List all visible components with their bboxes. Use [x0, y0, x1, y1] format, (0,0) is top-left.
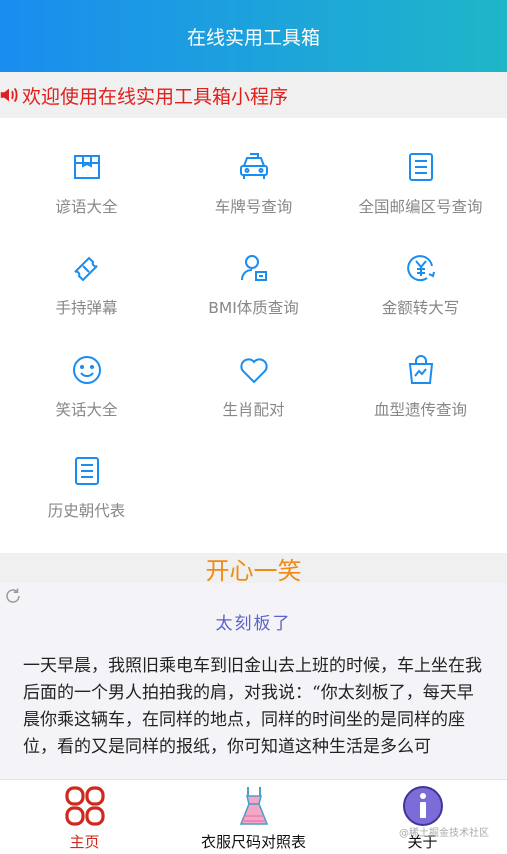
user-id-icon [240, 255, 267, 281]
document-icon [74, 457, 99, 485]
smile-icon [72, 356, 101, 384]
bag-icon [408, 355, 433, 384]
tool-label: 金额转大写 [381, 299, 460, 317]
heart-icon [239, 358, 268, 384]
tool-label: 谚语大全 [55, 198, 118, 216]
notice-text: 欢迎使用在线实用工具箱小程序 [22, 85, 289, 108]
speaker-icon [0, 87, 18, 103]
app-header: 在线实用工具箱 [0, 0, 507, 72]
tool-danmaku[interactable]: 手持弹幕 [2, 219, 171, 319]
tool-label: 车牌号查询 [214, 198, 293, 216]
tool-label: 笑话大全 [55, 401, 118, 419]
box-icon [73, 155, 100, 179]
tool-postcode[interactable]: 全国邮编区号查询 [336, 118, 505, 218]
tool-amount-convert[interactable]: 金额转大写 [336, 219, 505, 319]
tool-dynasties[interactable]: 历史朝代表 [2, 422, 171, 522]
joke-section-title: 开心一笑 [205, 556, 302, 585]
page-title: 在线实用工具箱 [186, 26, 320, 49]
bottom-tabbar: 主页 衣服尺码对照表 关于 [0, 779, 507, 854]
tab-clothing-size[interactable]: 衣服尺码对照表 [169, 780, 338, 854]
tool-bmi[interactable]: BMI体质查询 [169, 219, 338, 319]
tool-label: BMI体质查询 [208, 299, 299, 317]
tool-grid: 谚语大全 车牌号查询 全国邮编区号查询 手持弹幕 BMI体质查询 金额转大写 笑… [0, 118, 507, 553]
tool-label: 生肖配对 [222, 401, 285, 419]
document-icon [408, 153, 433, 181]
notice-bar: 欢迎使用在线实用工具箱小程序 [0, 72, 507, 118]
tab-label: 主页 [69, 833, 100, 851]
watermark: @稀土掘金技术社区 [399, 828, 489, 839]
car-icon [239, 153, 268, 179]
tool-label: 历史朝代表 [47, 502, 126, 520]
dress-icon [239, 787, 268, 825]
tab-label: 衣服尺码对照表 [200, 833, 306, 851]
yen-icon [406, 255, 435, 282]
tool-zodiac-match[interactable]: 生肖配对 [169, 321, 338, 421]
tool-plate-query[interactable]: 车牌号查询 [169, 118, 338, 218]
info-icon [402, 786, 443, 826]
tool-label: 血型遗传查询 [373, 401, 467, 419]
joke-section-header: 开心一笑 [0, 553, 507, 585]
tool-label: 手持弹幕 [55, 299, 118, 317]
tab-home[interactable]: 主页 [0, 780, 169, 854]
tool-jokes[interactable]: 笑话大全 [2, 321, 171, 421]
refresh-icon[interactable] [4, 587, 22, 605]
tab-about[interactable]: 关于 [338, 780, 507, 854]
joke-panel: 太刻板了 一天早晨，我照旧乘电车到旧金山去上班的时候，车上坐在我后面的一个男人拍… [0, 583, 507, 779]
ticket-icon [73, 256, 98, 282]
tool-label: 全国邮编区号查询 [358, 198, 483, 216]
tool-blood-type[interactable]: 血型遗传查询 [336, 321, 505, 421]
joke-heading: 太刻板了 [215, 614, 292, 634]
home-grid-icon [64, 786, 105, 826]
joke-body: 一天早晨，我照旧乘电车到旧金山去上班的时候，车上坐在我后面的一个男人拍拍我的肩，… [23, 656, 482, 757]
tool-proverbs[interactable]: 谚语大全 [2, 118, 171, 218]
